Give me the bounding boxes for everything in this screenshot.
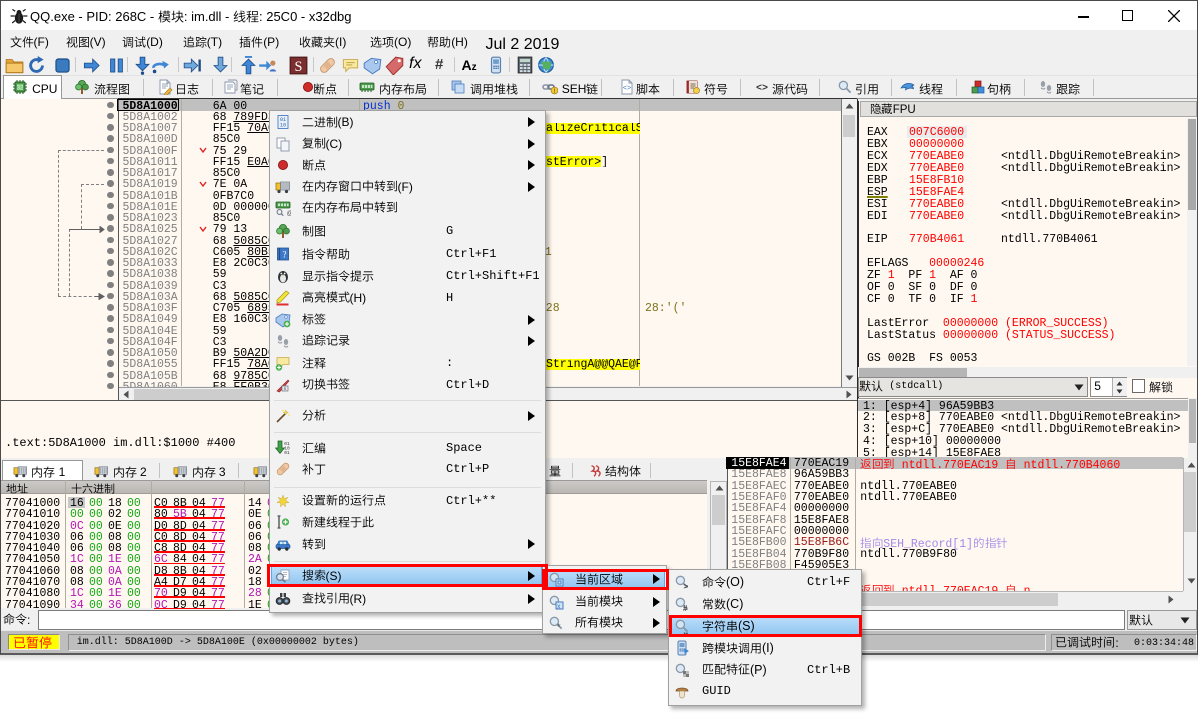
svg-text:#: # bbox=[683, 604, 688, 612]
svg-text:x: x bbox=[557, 603, 561, 610]
svg-text:*: * bbox=[557, 622, 561, 631]
svg-text:>: > bbox=[684, 582, 689, 590]
